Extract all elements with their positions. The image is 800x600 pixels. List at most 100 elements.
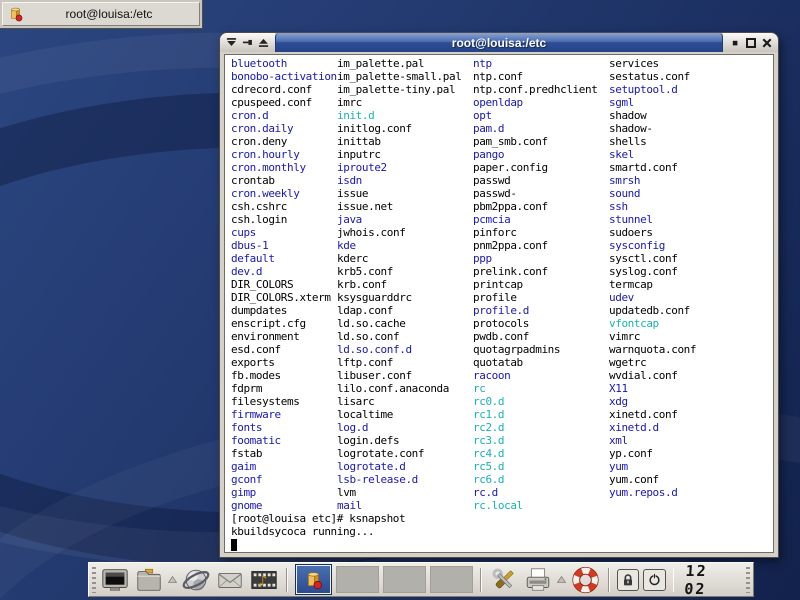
file-entry: rc6.d: [473, 473, 597, 486]
titlebar-left-buttons: [220, 33, 275, 52]
file-entry: logrotate.d: [337, 460, 461, 473]
file-entry: cron.monthly: [231, 161, 337, 174]
file-entry: racoon: [473, 369, 597, 382]
file-entry: ldap.conf: [337, 304, 461, 317]
multimedia-icon[interactable]: ♪: [249, 564, 279, 595]
file-entry: fb.modes: [231, 369, 337, 382]
web-browser-icon[interactable]: [181, 564, 211, 595]
window-titlebar[interactable]: root@louisa:/etc: [220, 33, 778, 52]
file-entry: rc2.d: [473, 421, 597, 434]
file-entry: cpuspeed.conf: [231, 96, 337, 109]
file-entry: crontab: [231, 174, 337, 187]
file-entry: cups: [231, 226, 337, 239]
file-entry: xinetd.conf: [609, 408, 696, 421]
lock-screen-button[interactable]: [617, 569, 639, 591]
file-entry: X11: [609, 382, 696, 395]
terminal-app-icon: [304, 570, 324, 590]
file-entry: ntp.conf.predhclient: [473, 83, 597, 96]
terminal-launcher-icon[interactable]: [100, 564, 130, 595]
file-entry: imrc: [337, 96, 461, 109]
minimize-icon[interactable]: [728, 36, 741, 49]
email-icon[interactable]: [215, 564, 245, 595]
file-entry: foomatic: [231, 434, 337, 447]
file-entry: login.defs: [337, 434, 461, 447]
taskbar-empty-slot: [430, 566, 473, 593]
file-entry: lftp.conf: [337, 356, 461, 369]
printer-icon[interactable]: [523, 564, 553, 595]
logout-power-button[interactable]: [643, 569, 665, 591]
panel-handle-left[interactable]: [92, 567, 96, 593]
file-entry: warnquota.conf: [609, 343, 696, 356]
file-entry: pango: [473, 148, 597, 161]
file-entry: yum.conf: [609, 473, 696, 486]
file-entry: logrotate.conf: [337, 447, 461, 460]
file-entry: smrsh: [609, 174, 696, 187]
file-entry: paper.config: [473, 161, 597, 174]
file-entry: cron.d: [231, 109, 337, 122]
file-entry: exports: [231, 356, 337, 369]
file-entry: pbm2ppa.conf: [473, 200, 597, 213]
file-entry: quotatab: [473, 356, 597, 369]
file-entry: lisarc: [337, 395, 461, 408]
lock-icon: [620, 572, 636, 588]
file-entry: udev: [609, 291, 696, 304]
file-entry: filesystems: [231, 395, 337, 408]
panel-handle-right[interactable]: [746, 567, 750, 593]
titlebar-title-area[interactable]: root@louisa:/etc: [275, 33, 723, 52]
launcher-popup-arrow-icon[interactable]: [168, 575, 178, 585]
desktop[interactable]: root@louisa:/etc: [0, 0, 800, 600]
file-entry: rc0.d: [473, 395, 597, 408]
file-entry: updatedb.conf: [609, 304, 696, 317]
file-entry: xinetd.d: [609, 421, 696, 434]
file-entry: enscript.cfg: [231, 317, 337, 330]
settings-tools-icon[interactable]: [489, 564, 519, 595]
shade-menu-icon[interactable]: [225, 36, 238, 49]
file-entry: smartd.conf: [609, 161, 696, 174]
file-entry: sound: [609, 187, 696, 200]
file-entry: dev.d: [231, 265, 337, 278]
file-entry: lsb-release.d: [337, 473, 461, 486]
panel-separator: [286, 568, 288, 592]
file-entry: bonobo-activation: [231, 70, 337, 83]
file-entry: printcap: [473, 278, 597, 291]
pin-icon[interactable]: [241, 36, 254, 49]
terminal-screen[interactable]: bluetoothbonobo-activationcdrecord.confc…: [224, 54, 774, 553]
file-entry: bluetooth: [231, 57, 337, 70]
close-icon[interactable]: [760, 36, 773, 49]
file-entry: init.d: [337, 109, 461, 122]
konsole-window: root@louisa:/etc bluetoothbonobo-activat…: [220, 33, 778, 557]
file-entry: fonts: [231, 421, 337, 434]
file-entry: default: [231, 252, 337, 265]
file-entry: pam.d: [473, 122, 597, 135]
roll-up-icon[interactable]: [257, 36, 270, 49]
taskbar-active-task-konsole[interactable]: [295, 564, 331, 595]
help-lifebuoy-icon[interactable]: [570, 564, 601, 595]
file-entry: cdrecord.conf: [231, 83, 337, 96]
titlebar-right-buttons: [723, 33, 778, 52]
window-title: root@louisa:/etc: [452, 36, 546, 50]
file-entry: sestatus.conf: [609, 70, 696, 83]
clock[interactable]: 12 02: [680, 562, 743, 598]
file-entry: ksysguarddrc: [337, 291, 461, 304]
file-entry: fdprm: [231, 382, 337, 395]
file-entry: sysconfig: [609, 239, 696, 252]
file-entry: issue: [337, 187, 461, 200]
file-entry: quotagrpadmins: [473, 343, 597, 356]
tools-popup-arrow-icon[interactable]: [557, 575, 567, 585]
file-entry: libuser.conf: [337, 369, 461, 382]
file-manager-icon[interactable]: [134, 564, 164, 595]
file-listing-column-2: im_palette.palim_palette-small.palim_pal…: [337, 57, 461, 512]
task-button-konsole[interactable]: root@louisa:/etc: [2, 2, 200, 26]
file-entry: ld.so.conf.d: [337, 343, 461, 356]
file-entry: DIR_COLORS.xterm: [231, 291, 337, 304]
file-entry: shadow-: [609, 122, 696, 135]
maximize-icon[interactable]: [744, 36, 757, 49]
file-entry: inittab: [337, 135, 461, 148]
file-entry: iproute2: [337, 161, 461, 174]
file-entry: mail: [337, 499, 461, 512]
file-entry: java: [337, 213, 461, 226]
file-entry: wvdial.conf: [609, 369, 696, 382]
window-frame: bluetoothbonobo-activationcdrecord.confc…: [220, 52, 778, 557]
file-entry: vimrc: [609, 330, 696, 343]
file-entry: yum: [609, 460, 696, 473]
